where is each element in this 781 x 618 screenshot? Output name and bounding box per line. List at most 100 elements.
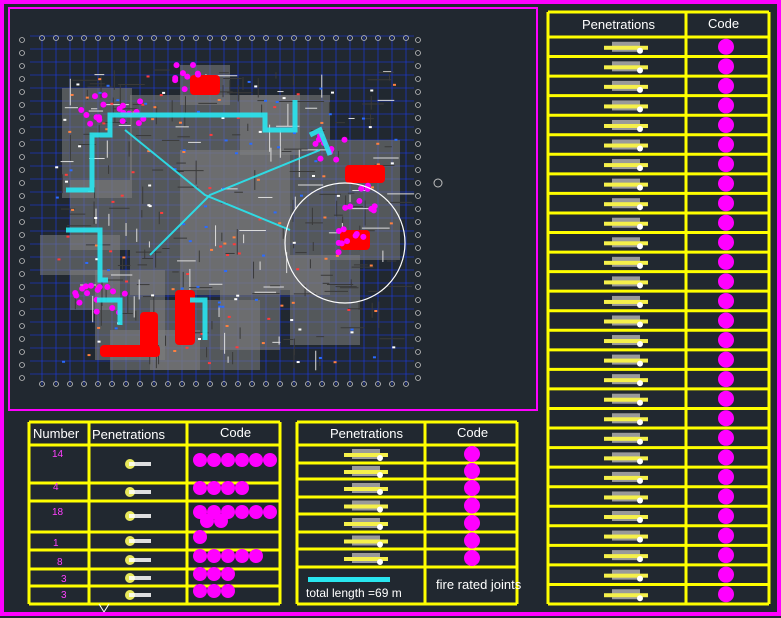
penetration-dot — [93, 114, 100, 121]
penetration-symbol-tail — [129, 558, 151, 562]
annotation-mark — [333, 361, 337, 364]
code-dot — [235, 453, 249, 467]
annotation-mark — [292, 241, 296, 244]
annotation-mark — [76, 83, 80, 86]
annotation-mark — [311, 174, 315, 177]
annotation-mark — [232, 236, 236, 239]
code-dot — [193, 481, 207, 495]
code-dot — [263, 505, 277, 519]
annotation-mark — [361, 117, 365, 120]
penetration-symbol-tail — [129, 576, 151, 580]
code-dot — [718, 390, 734, 407]
penetration-dot — [101, 92, 108, 99]
penetration-dot — [347, 203, 354, 210]
code-dot — [718, 156, 734, 173]
table-left-header-penetrations: Penetrations — [92, 427, 165, 442]
annotation-mark — [247, 80, 251, 83]
pipe-end — [637, 380, 643, 387]
building-block — [220, 290, 280, 350]
annotation-mark — [372, 356, 376, 359]
annotation-mark — [204, 205, 208, 208]
annotation-mark — [159, 94, 163, 97]
annotation-mark — [318, 356, 322, 359]
annotation-mark — [277, 146, 281, 149]
annotation-mark — [85, 96, 89, 99]
code-dot — [718, 253, 734, 270]
pipe-end — [637, 47, 643, 54]
annotation-mark — [267, 317, 271, 320]
code-dot — [718, 58, 734, 75]
code-dot — [718, 332, 734, 349]
penetration-dot — [82, 283, 89, 290]
annotation-mark — [298, 328, 302, 331]
annotation-mark — [57, 258, 61, 261]
annotation-mark — [273, 106, 277, 109]
annotation-mark — [392, 83, 396, 86]
annotation-mark — [256, 178, 260, 181]
penetration-dot — [184, 73, 191, 80]
code-dot — [718, 429, 734, 446]
code-dot — [193, 584, 207, 598]
pipe-end — [637, 595, 643, 602]
pipe-end — [637, 184, 643, 191]
annotation-mark — [151, 294, 155, 297]
pipe-end — [637, 438, 643, 445]
annotation-mark — [221, 305, 225, 308]
code-dot — [718, 214, 734, 231]
code-dot — [718, 292, 734, 309]
penetration-dot — [76, 299, 83, 306]
pipe-end — [637, 223, 643, 230]
annotation-mark — [235, 346, 239, 349]
penetration-dot — [194, 70, 201, 77]
pipe-end — [637, 301, 643, 308]
annotation-mark — [350, 331, 354, 334]
penetration-dot — [173, 62, 180, 69]
annotation-mark — [282, 97, 286, 100]
pipe-end — [377, 472, 383, 478]
table-left-row-number: 1 — [53, 538, 59, 549]
annotation-mark — [107, 269, 111, 272]
penetration-dot — [84, 290, 91, 297]
annotation-mark — [71, 208, 75, 211]
pipe-end — [637, 204, 643, 211]
pipe-end — [637, 106, 643, 113]
penetration-dot — [342, 204, 349, 211]
code-dot — [718, 234, 734, 251]
annotation-mark — [261, 342, 265, 345]
fire-zone — [140, 312, 158, 352]
pipe-end — [637, 497, 643, 504]
table-middle-header-penetrations: Penetrations — [330, 426, 403, 441]
code-dot — [718, 195, 734, 212]
penetration-dot — [312, 140, 319, 147]
annotation-mark — [296, 361, 300, 364]
table-left-row-number: 4 — [53, 482, 59, 493]
pipe-end — [377, 506, 383, 513]
cad-drawing-canvas[interactable]: Number Penetrations Code 14 4 18 1 8 3 3… — [0, 0, 781, 618]
annotation-mark — [188, 240, 192, 243]
annotation-mark — [64, 180, 68, 183]
annotation-mark — [314, 160, 318, 163]
annotation-mark — [224, 270, 228, 273]
penetration-dot — [109, 305, 116, 312]
annotation-mark — [131, 171, 135, 174]
code-dot — [193, 567, 207, 581]
pipe-end — [637, 360, 643, 367]
penetration-dot — [78, 107, 85, 114]
pipe-end — [637, 243, 643, 250]
annotation-mark — [258, 130, 262, 133]
table-right-header-code: Code — [708, 16, 740, 31]
penetration-dot — [92, 93, 99, 100]
annotation-mark — [350, 328, 354, 331]
annotation-mark — [62, 360, 66, 363]
annotation-mark — [376, 142, 380, 145]
pipe-end — [637, 125, 643, 132]
pipe-end — [637, 67, 643, 74]
annotation-mark — [227, 315, 231, 318]
fire-zone — [190, 75, 220, 95]
penetration-dot — [317, 155, 324, 162]
annotation-mark — [68, 130, 72, 133]
code-dot — [464, 532, 480, 549]
code-dot — [221, 567, 235, 581]
annotation-mark — [254, 298, 258, 301]
annotation-mark — [173, 349, 177, 352]
